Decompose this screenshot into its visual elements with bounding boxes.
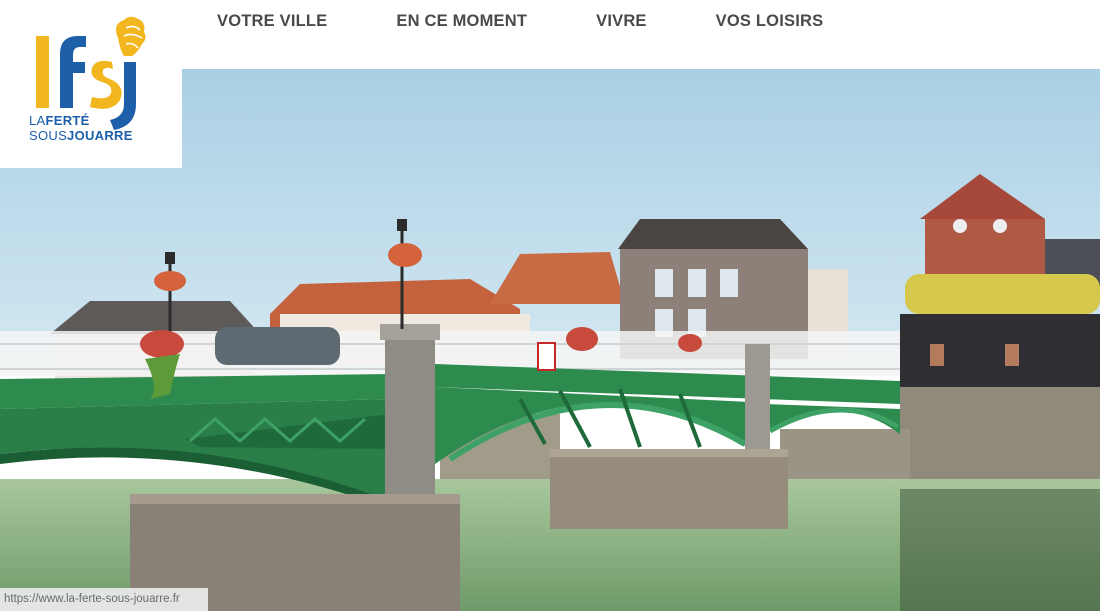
site-logo[interactable]: LAFERTÉ SOUSJOUARRE (0, 0, 182, 168)
nav-item-votre-ville[interactable]: VOTRE VILLE (217, 12, 327, 31)
nav-item-en-ce-moment[interactable]: EN CE MOMENT (396, 12, 527, 31)
nav-item-vivre[interactable]: VIVRE (596, 12, 647, 31)
logo-text-line2: SOUSJOUARRE (29, 128, 133, 143)
nav-item-vos-loisirs[interactable]: VOS LOISIRS (716, 12, 824, 31)
status-url-bar: https://www.la-ferte-sous-jouarre.fr (0, 588, 208, 611)
status-url-text: https://www.la-ferte-sous-jouarre.fr (4, 593, 180, 605)
main-nav: VOTRE VILLE EN CE MOMENT VIVRE VOS LOISI… (217, 12, 823, 31)
logo-text-line1: LAFERTÉ (29, 113, 90, 128)
